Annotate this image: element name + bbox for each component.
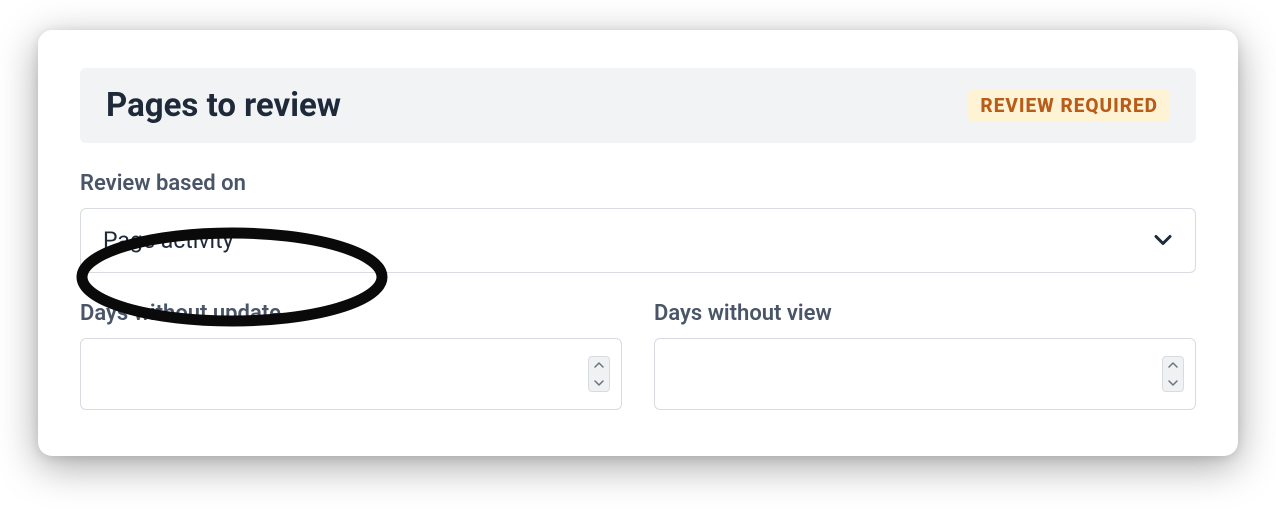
days-without-update-wrapper: [80, 338, 622, 410]
review-based-on-select-wrapper: Page activity: [80, 208, 1196, 273]
stepper-up-button[interactable]: [1163, 357, 1183, 374]
stepper-up-button[interactable]: [589, 357, 609, 374]
header-bar: Pages to review REVIEW REQUIRED: [80, 68, 1196, 143]
days-without-view-input[interactable]: [654, 338, 1196, 410]
days-without-view-wrapper: [654, 338, 1196, 410]
days-without-update-label: Days without update: [80, 301, 622, 326]
page-title: Pages to review: [106, 86, 341, 125]
days-row: Days without update Days without view: [80, 301, 1196, 410]
days-without-view-field: Days without view: [654, 301, 1196, 410]
stepper-down-button[interactable]: [589, 374, 609, 391]
review-based-on-label: Review based on: [80, 171, 1196, 196]
days-without-view-label: Days without view: [654, 301, 1196, 326]
review-based-on-field: Review based on Page activity: [80, 171, 1196, 273]
review-required-badge: REVIEW REQUIRED: [968, 90, 1170, 121]
settings-card: Pages to review REVIEW REQUIRED Review b…: [38, 30, 1238, 456]
stepper-down-button[interactable]: [1163, 374, 1183, 391]
review-based-on-select[interactable]: Page activity: [80, 208, 1196, 273]
days-without-update-stepper: [588, 356, 610, 392]
days-without-update-input[interactable]: [80, 338, 622, 410]
days-without-view-stepper: [1162, 356, 1184, 392]
days-without-update-field: Days without update: [80, 301, 622, 410]
